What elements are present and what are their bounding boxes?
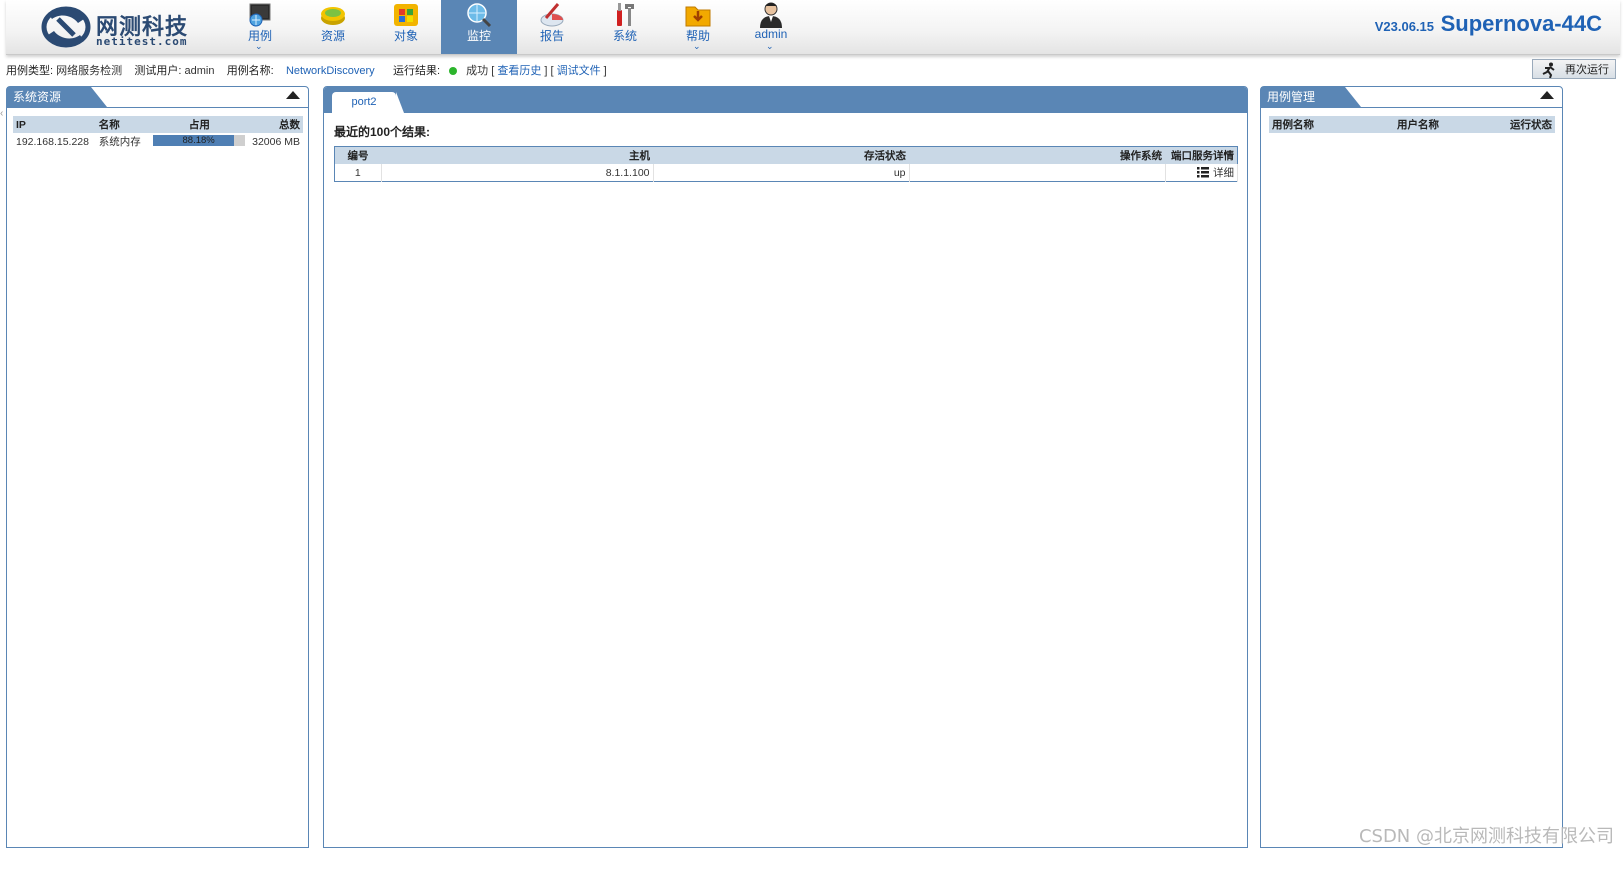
view-history-link[interactable]: 查看历史 — [497, 65, 541, 77]
port-detail-cell: 详细 — [1165, 164, 1238, 182]
logo-domain-text: netitest.com — [96, 35, 188, 48]
collapse-up-icon[interactable] — [286, 91, 300, 99]
case-name-label: 用例名称: — [226, 65, 274, 77]
disk-stack-icon — [321, 7, 345, 25]
globe-magnifier-icon — [467, 3, 492, 28]
folder-download-icon — [685, 6, 711, 27]
detail-link-label: 详细 — [1213, 167, 1234, 179]
test-user-value: admin — [184, 65, 215, 77]
side-collapse-handle[interactable]: ‹ — [0, 108, 4, 122]
nav-item-objects[interactable]: 对象 — [368, 0, 444, 54]
results-title: 最近的100个结果: — [334, 125, 431, 139]
usage-progress-text: 88.18% — [182, 135, 215, 146]
case-name-value: NetworkDiscovery — [285, 65, 375, 77]
column-header: 主机 — [381, 146, 653, 164]
column-header: 用户名称 — [1365, 116, 1471, 133]
nav-item-admin[interactable]: admin ⌄ — [733, 0, 809, 54]
test-user-label: 测试用户: — [134, 65, 182, 77]
column-header: 端口服务详情 — [1165, 146, 1238, 164]
nav-item-label: admin — [754, 27, 788, 41]
debug-file-link[interactable]: 调试文件 — [557, 65, 601, 77]
top-navigation-bar: 网测科技 netitest.com 用例 ⌄ 资源 对象 监控 报告 系统 帮助… — [6, 0, 1620, 55]
product-name: Supernova-44C — [1440, 11, 1602, 36]
monitor-results-panel: port2 最近的100个结果: 编号 主机 存活状态 操作系统 端口服务详情 … — [323, 86, 1248, 848]
collapse-up-icon[interactable] — [1540, 91, 1554, 99]
panel-header: 用例管理 — [1261, 87, 1562, 108]
chart-pen-icon — [540, 3, 564, 27]
rerun-button-label: 再次运行 — [1565, 64, 1609, 76]
host-cell: 8.1.1.100 — [381, 164, 654, 182]
nav-item-label: 监控 — [466, 29, 491, 43]
case-info-bar: 用例类型: 网络服务检测 测试用户: admin 用例名称: NetworkDi… — [6, 65, 607, 77]
column-header: 存活状态 — [653, 146, 909, 164]
nav-item-help[interactable]: 帮助 ⌄ — [660, 0, 736, 54]
column-header: 编号 — [334, 146, 381, 164]
results-table: 编号 主机 存活状态 操作系统 端口服务详情 1 8.1.1.100 up 详细 — [334, 146, 1238, 182]
logo[interactable]: 网测科技 netitest.com — [40, 3, 200, 51]
monitor-globe-icon — [249, 3, 271, 27]
case-management-table: 用例名称 用户名称 运行状态 — [1269, 116, 1555, 133]
total-cell: 32006 MB — [252, 135, 300, 148]
alive-status-cell: up — [653, 164, 910, 182]
nav-item-label: 对象 — [393, 29, 418, 43]
system-resources-panel: 系统资源 IP 名称 占用 总数 192.168.15.228 系统内存 88.… — [6, 86, 309, 848]
rerun-button[interactable]: 再次运行 — [1532, 59, 1616, 79]
nav-item-cases[interactable]: 用例 ⌄ — [222, 0, 298, 54]
usage-progress-bar: 88.18% — [152, 135, 245, 146]
chevron-down-icon: ⌄ — [766, 41, 774, 51]
case-management-panel: 用例管理 用例名称 用户名称 运行状态 — [1260, 86, 1563, 848]
watermark-text: CSDN @北京网测科技有限公司 — [1358, 826, 1614, 847]
chevron-down-icon: ⌄ — [693, 41, 701, 51]
row-number-cell: 1 — [334, 164, 382, 182]
nav-item-label: 资源 — [320, 29, 345, 43]
nav-item-resources[interactable]: 资源 — [295, 0, 371, 54]
os-cell — [909, 164, 1166, 182]
column-header: 运行状态 — [1471, 116, 1555, 133]
panel-title: 用例管理 — [1261, 87, 1361, 107]
nav-item-reports[interactable]: 报告 — [514, 0, 590, 54]
resource-name-cell: 系统内存 — [98, 136, 141, 148]
column-header: 总数 — [249, 116, 303, 133]
column-header: IP — [13, 116, 96, 133]
user-icon — [760, 2, 782, 28]
ip-cell: 192.168.15.228 — [16, 135, 89, 148]
column-header: 名称 — [95, 116, 150, 133]
column-header: 用例名称 — [1269, 116, 1365, 133]
run-result-value: 成功 — [466, 65, 489, 77]
panel-header: 系统资源 — [7, 87, 308, 108]
table-row: 1 8.1.1.100 up 详细 — [334, 164, 1238, 182]
success-status-dot-icon — [449, 67, 458, 75]
chevron-down-icon: ⌄ — [255, 41, 263, 51]
logo-mark-icon — [41, 6, 91, 48]
run-result-label: 运行结果: — [392, 65, 441, 77]
case-type-value: 网络服务检测 — [56, 65, 123, 77]
table-row: 192.168.15.228 系统内存 88.18% 32006 MB — [13, 133, 303, 150]
panel-title: 系统资源 — [7, 87, 107, 107]
tools-icon — [617, 3, 634, 26]
column-header: 操作系统 — [909, 146, 1165, 164]
windows-blocks-icon — [394, 4, 418, 26]
nav-item-label: 报告 — [539, 29, 564, 43]
nav-item-monitor[interactable]: 监控 — [441, 0, 517, 54]
detail-link[interactable]: 详细 — [1197, 167, 1234, 179]
panel-tab-strip: port2 — [324, 87, 1247, 113]
tab-port2[interactable]: port2 — [332, 92, 404, 113]
column-header: 占用 — [149, 116, 250, 133]
nav-item-label: 系统 — [612, 29, 637, 43]
usage-cell: 88.18% — [150, 133, 250, 150]
resources-table: IP 名称 占用 总数 192.168.15.228 系统内存 88.18% 3… — [13, 116, 303, 150]
case-type-label: 用例类型: — [6, 65, 54, 77]
list-icon — [1197, 167, 1209, 178]
nav-item-system[interactable]: 系统 — [587, 0, 663, 54]
version-label: V23.06.15 — [1374, 19, 1434, 34]
running-man-icon — [1542, 62, 1555, 78]
